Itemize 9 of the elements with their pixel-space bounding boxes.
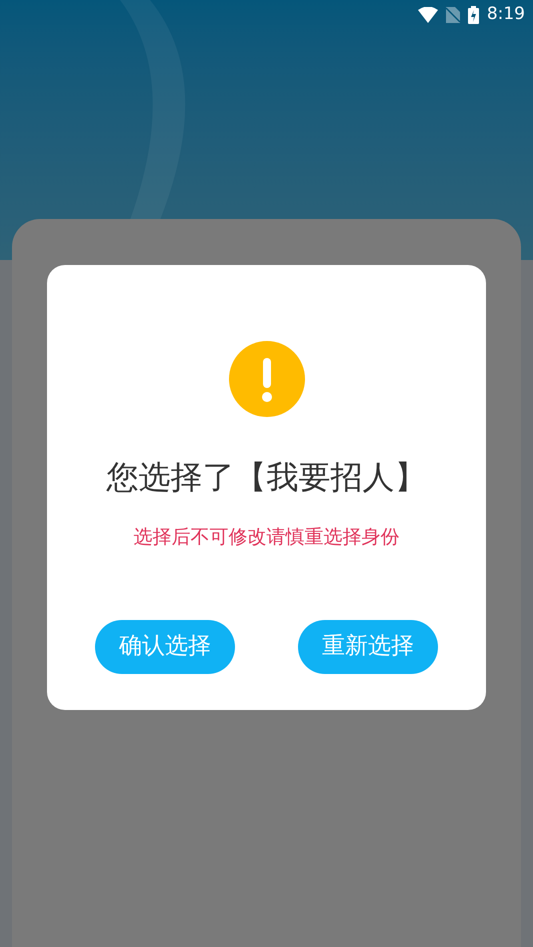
wifi-icon (418, 7, 438, 23)
dialog-title: 您选择了【我要招人】 (106, 457, 426, 498)
battery-charging-icon (468, 6, 479, 24)
warning-icon (228, 341, 304, 417)
status-time: 8:19 (486, 3, 525, 26)
dialog-message: 选择后不可修改请慎重选择身份 (134, 525, 400, 550)
dialog-button[interactable]: 重新选择 (298, 620, 438, 674)
dialog-button[interactable]: 确认选择 (95, 620, 235, 674)
no-sim-icon (446, 7, 460, 23)
